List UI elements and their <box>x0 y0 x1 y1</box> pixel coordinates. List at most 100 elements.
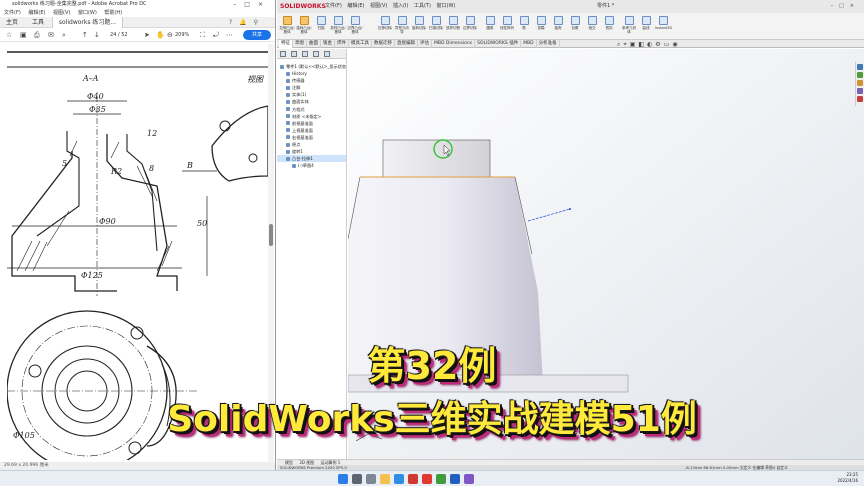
account-icons[interactable]: ?🔔⚲ <box>223 17 271 28</box>
share-button[interactable]: 共享 <box>243 30 271 40</box>
feature-tree-item[interactable]: 材质 <未指定> <box>277 113 346 120</box>
window-controls[interactable]: –□× <box>831 0 860 13</box>
tab-tools[interactable]: 工具 <box>26 17 50 28</box>
feature-tree-item[interactable]: 曲面实体 <box>277 98 346 105</box>
sw-menu-file[interactable]: 文件(F) <box>325 3 342 9</box>
appearance-icon[interactable] <box>857 88 863 94</box>
command-tab-4[interactable]: 焊件 <box>335 40 349 48</box>
ribbon-button-4[interactable]: 边界凸台/基体 <box>347 16 363 36</box>
display-tab-icon[interactable] <box>324 51 330 57</box>
sw-menu-edit[interactable]: 编辑(E) <box>347 3 364 9</box>
ribbon-button-14[interactable]: 拔模 <box>533 16 549 36</box>
design-library-icon[interactable] <box>857 72 863 78</box>
feature-tree-item[interactable]: (-)草图4 <box>277 162 346 169</box>
ribbon-button-11[interactable]: 圆角 <box>482 16 498 36</box>
ribbon-button-10[interactable]: 边界切除 <box>462 16 478 36</box>
ribbon-button-20[interactable]: 曲线 <box>638 16 654 36</box>
next-page-icon[interactable]: ↓ <box>94 31 100 39</box>
ribbon-button-19[interactable]: 参考几何体 <box>621 16 637 36</box>
feature-tree-item[interactable]: 零件1 (默认<<默认>_显示状态 1>) <box>277 63 355 70</box>
window-controls[interactable]: –□× <box>233 0 271 9</box>
scrollbar-thumb[interactable] <box>269 224 273 246</box>
feature-tree-item[interactable]: 上视基准面 <box>277 127 346 134</box>
zoom-level[interactable]: 209% <box>175 31 189 39</box>
ribbon-button-1[interactable]: 旋转凸台/基体 <box>296 16 312 36</box>
file-explorer-icon[interactable] <box>380 474 390 484</box>
feature-tree-item[interactable]: 右视基准面 <box>277 134 346 141</box>
feature-tree-item[interactable]: History <box>277 70 346 77</box>
task-view-icon[interactable] <box>366 474 376 484</box>
ribbon-button-0[interactable]: 拉伸凸台/基体 <box>279 16 295 36</box>
menu-view[interactable]: 视图(V) <box>53 10 70 16</box>
prev-page-icon[interactable]: ↑ <box>82 31 88 39</box>
command-tab-2[interactable]: 曲面 <box>307 40 321 48</box>
page-current[interactable]: 24 <box>110 32 116 38</box>
property-tab-icon[interactable] <box>291 51 297 57</box>
command-tab-1[interactable]: 草图 <box>293 40 307 48</box>
star-icon[interactable]: ☆ <box>6 31 12 39</box>
ribbon-button-6[interactable]: 异型孔向导 <box>394 16 410 36</box>
feature-tree-item[interactable]: 方程式 <box>277 106 346 113</box>
clock[interactable]: 23:25 2022/4/16 <box>828 472 858 484</box>
sw-menu-view[interactable]: 视图(V) <box>370 3 387 9</box>
more-icon[interactable]: ⋯ <box>226 31 233 39</box>
menu-file[interactable]: 文件(F) <box>4 10 21 16</box>
ribbon-button-7[interactable]: 旋转切除 <box>411 16 427 36</box>
menu-edit[interactable]: 编辑(E) <box>28 10 45 16</box>
word-icon[interactable] <box>450 474 460 484</box>
command-tab-11[interactable]: MBD <box>521 40 537 48</box>
ribbon-button-12[interactable]: 线性阵列 <box>499 16 515 36</box>
ribbon-button-18[interactable]: 镜向 <box>601 16 617 36</box>
command-tab-3[interactable]: 钣金 <box>321 40 335 48</box>
tab-home[interactable]: 主页 <box>0 17 24 28</box>
command-tab-8[interactable]: 评估 <box>418 40 432 48</box>
hand-icon[interactable]: ✋ <box>156 31 165 39</box>
ribbon-button-13[interactable]: 筋 <box>516 16 532 36</box>
tab-document[interactable]: solidworks 练习题... <box>51 17 124 28</box>
search-icon[interactable]: ⌕ <box>62 31 66 40</box>
config-tab-icon[interactable] <box>302 51 308 57</box>
ribbon-button-17[interactable]: 相交 <box>584 16 600 36</box>
command-tab-6[interactable]: 数据迁移 <box>372 40 395 48</box>
ribbon-button-21[interactable]: Instant3D <box>655 16 672 36</box>
ribbon-button-8[interactable]: 扫描切除 <box>428 16 444 36</box>
wechat-icon[interactable] <box>436 474 446 484</box>
start-icon[interactable] <box>338 474 348 484</box>
heads-up-toolbar[interactable]: ⌕⌖▣◧◐⚙▭◉ <box>617 41 681 49</box>
feature-tree-item[interactable]: 凸台-拉伸1 <box>277 155 346 163</box>
menu-help[interactable]: 帮助(H) <box>104 10 122 16</box>
feature-tree-item[interactable]: 实体(1) <box>277 91 346 98</box>
ribbon-button-16[interactable]: 包覆 <box>567 16 583 36</box>
sw-menu-window[interactable]: 窗口(W) <box>437 3 456 9</box>
command-tab-0[interactable]: 特征 <box>279 40 293 48</box>
file-explorer-icon[interactable] <box>857 80 863 86</box>
acrobat-icon[interactable] <box>408 474 418 484</box>
feature-tree-tab-icon[interactable] <box>280 51 286 57</box>
save-icon[interactable]: ▣ <box>20 31 27 39</box>
search-icon[interactable] <box>352 474 362 484</box>
ribbon-button-9[interactable]: 放样切割 <box>445 16 461 36</box>
feature-tree-item[interactable]: 旋转1 <box>277 148 346 155</box>
command-tab-5[interactable]: 模具工具 <box>349 40 372 48</box>
command-tab-12[interactable]: 分析准备 <box>537 40 560 48</box>
top-boss[interactable] <box>382 139 491 178</box>
rotate-icon[interactable]: ⤾ <box>213 31 219 40</box>
print-icon[interactable]: ⎙ <box>34 31 40 40</box>
ribbon-button-5[interactable]: 拉伸切除 <box>377 16 393 36</box>
dimxpert-tab-icon[interactable] <box>313 51 319 57</box>
command-tab-10[interactable]: SOLIDWORKS 插件 <box>475 40 522 48</box>
ribbon-button-3[interactable]: 放样凸台/基体 <box>330 16 346 36</box>
sw-menu-tools[interactable]: 工具(T) <box>414 3 431 9</box>
command-tab-9[interactable]: MBD Dimensions <box>432 40 476 48</box>
edge-icon[interactable] <box>394 474 404 484</box>
feature-tree-item[interactable]: 前视基准面 <box>277 120 346 127</box>
resources-icon[interactable] <box>857 64 863 70</box>
solidworks-icon[interactable] <box>422 474 432 484</box>
feature-tree-item[interactable]: 传感器 <box>277 77 346 84</box>
sw-menu-insert[interactable]: 插入(I) <box>393 3 408 9</box>
feature-tree-item[interactable]: 原点 <box>277 141 346 148</box>
fit-page-icon[interactable]: ⛶ <box>200 31 205 40</box>
mail-icon[interactable]: ✉ <box>48 31 54 39</box>
zoom-out-icon[interactable]: ⊖ <box>167 31 173 39</box>
page-indicator[interactable]: 24 / 52 <box>110 31 134 39</box>
